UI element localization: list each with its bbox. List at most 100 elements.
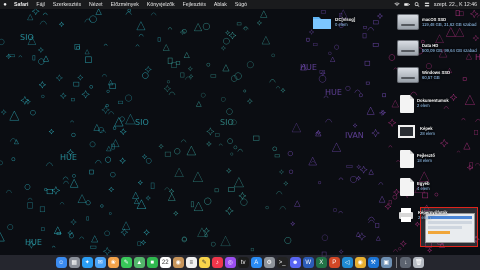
wallpaper-doodle xyxy=(321,234,329,241)
wifi-icon[interactable] xyxy=(394,2,400,7)
wallpaper-doodle xyxy=(133,198,140,204)
appstore-icon[interactable]: A xyxy=(250,257,262,268)
wallpaper-doodle xyxy=(73,81,80,87)
wallpaper-doodle xyxy=(328,51,332,55)
menu-item-könyvjelzők[interactable]: Könyvjelzők xyxy=(143,2,179,8)
search-icon[interactable] xyxy=(414,2,420,7)
chrome-icon[interactable]: ◉ xyxy=(354,257,366,268)
wallpaper-doodle xyxy=(306,37,310,42)
wallpaper-doodle xyxy=(119,127,127,136)
wallpaper-doodle xyxy=(332,208,337,213)
menu-item-súgó[interactable]: Súgó xyxy=(231,2,251,8)
wallpaper-doodle xyxy=(391,99,400,108)
wallpaper-doodle xyxy=(214,188,219,193)
trash-icon[interactable]: 🗑 xyxy=(413,257,425,268)
wallpaper-text: IVAN xyxy=(345,131,364,140)
wallpaper-doodle xyxy=(272,146,277,152)
wallpaper-doodle xyxy=(53,226,62,234)
status-area: szept. 22., K 12:46 xyxy=(394,0,477,9)
wallpaper-doodle xyxy=(210,74,217,78)
settings-icon[interactable]: ⚙ xyxy=(263,257,275,268)
safari-icon[interactable]: ✦ xyxy=(81,257,93,268)
wallpaper-doodle xyxy=(243,26,248,31)
maps-icon[interactable]: ▲ xyxy=(133,257,145,268)
menu-item-előzmények[interactable]: Előzmények xyxy=(107,2,143,8)
drive-macos-ssd[interactable]: macOS SSD 119,48 GB, 31,62 GB szabad xyxy=(397,14,476,30)
wallpaper-doodle xyxy=(365,81,370,85)
wallpaper-doodle xyxy=(138,33,144,37)
wallpaper-text: HUE xyxy=(300,63,317,72)
stack-images[interactable]: Képek 28 elem xyxy=(397,123,435,141)
wallpaper-doodle xyxy=(187,65,194,72)
excel-icon[interactable]: X xyxy=(315,257,327,268)
wallpaper-doodle xyxy=(388,145,393,148)
wallpaper-doodle xyxy=(24,184,31,190)
wallpaper-doodle xyxy=(95,8,102,15)
wallpaper-doodle xyxy=(101,73,108,77)
battery-icon[interactable] xyxy=(403,2,410,7)
dock: ☺ ▦ ✦ ✉ ❀ ✎ ▲ ■ 22 ◉ ≡ ✎ ♪ ◎ tv A ⚙ >_ ☻ W X P ◁ ◉ ⚒ ▣ ↓ 🗑 xyxy=(0,255,480,270)
word-icon[interactable]: W xyxy=(302,257,314,268)
stack-other[interactable]: Egyéb 4 elem xyxy=(400,178,430,196)
control-center-icon[interactable] xyxy=(424,2,430,7)
apple-icon[interactable]: ● xyxy=(0,2,10,8)
calendar-icon[interactable]: 22 xyxy=(159,257,171,268)
wallpaper-doodle xyxy=(103,43,108,46)
messages-icon[interactable]: ✎ xyxy=(120,257,132,268)
wallpaper-doodle xyxy=(276,191,283,195)
facetime-icon[interactable]: ■ xyxy=(146,257,158,268)
menu-item-szerkesztés[interactable]: Szerkesztés xyxy=(49,2,85,8)
wallpaper-doodle xyxy=(218,143,223,146)
menu-item-safari[interactable]: Safari xyxy=(10,2,32,8)
wallpaper-doodle xyxy=(338,248,344,255)
photos-icon[interactable]: ❀ xyxy=(107,257,119,268)
wallpaper-doodle xyxy=(236,22,242,26)
wallpaper-doodle xyxy=(135,44,140,47)
menu-clock[interactable]: szept. 22., K 12:46 xyxy=(434,2,477,8)
stack-developer[interactable]: Fejlesztő 18 elem xyxy=(400,150,435,168)
vscode-icon[interactable]: ◁ xyxy=(341,257,353,268)
wallpaper-doodle xyxy=(261,35,271,45)
drive-data-hd[interactable]: Data HD 500,09 GB, 99,64 GB szabad xyxy=(397,40,477,56)
stack-screenshots[interactable]: Képernyőfotók 2 elem xyxy=(397,207,448,223)
tv-icon[interactable]: tv xyxy=(237,257,249,268)
wallpaper-doodle xyxy=(27,202,33,209)
drive-windows-ssd[interactable]: Windows SSD 60,57 GB xyxy=(397,67,450,83)
wallpaper-doodle xyxy=(37,46,44,54)
wallpaper-doodle xyxy=(0,160,3,166)
powerpoint-icon[interactable]: P xyxy=(328,257,340,268)
finder-icon[interactable]: ☺ xyxy=(55,257,67,268)
podcasts-icon[interactable]: ◎ xyxy=(224,257,236,268)
menu-item-fejlesztés[interactable]: Fejlesztés xyxy=(179,2,210,8)
preview-icon[interactable]: ▣ xyxy=(380,257,392,268)
wallpaper-doodle xyxy=(158,143,164,150)
menu-item-fájl[interactable]: Fájl xyxy=(32,2,48,8)
stack-count: 2 elem xyxy=(418,215,431,220)
reminders-icon[interactable]: ≡ xyxy=(185,257,197,268)
xcode-icon[interactable]: ⚒ xyxy=(367,257,379,268)
wallpaper-doodle xyxy=(119,157,127,165)
downloads-icon[interactable]: ↓ xyxy=(400,257,412,268)
wallpaper-doodle xyxy=(287,150,293,157)
stack-count: 4 elem xyxy=(417,186,430,191)
discord-icon[interactable]: ☻ xyxy=(289,257,301,268)
menu-item-ablak[interactable]: Ablak xyxy=(210,2,231,8)
music-icon[interactable]: ♪ xyxy=(211,257,223,268)
wallpaper-doodle xyxy=(464,94,476,105)
stack-documents[interactable]: Dokumentumok 2 elem xyxy=(400,95,449,113)
notes-icon[interactable]: ✎ xyxy=(198,257,210,268)
launchpad-icon[interactable]: ▦ xyxy=(68,257,80,268)
terminal-icon[interactable]: >_ xyxy=(276,257,288,268)
contacts-icon[interactable]: ◉ xyxy=(172,257,184,268)
menu-item-nézet[interactable]: Nézet xyxy=(85,2,107,8)
wallpaper-doodle xyxy=(106,89,110,93)
wallpaper-doodle xyxy=(279,206,287,210)
wallpaper-doodle xyxy=(136,21,146,31)
wallpaper-doodle xyxy=(210,241,216,247)
wallpaper-text: HUE xyxy=(60,153,77,162)
wallpaper-doodle xyxy=(132,191,140,199)
wallpaper-doodle xyxy=(449,93,458,102)
mail-icon[interactable]: ✉ xyxy=(94,257,106,268)
wallpaper-doodle xyxy=(70,218,77,226)
desktop-folder[interactable]: I2C[vlsog] 0 elem xyxy=(312,14,355,30)
